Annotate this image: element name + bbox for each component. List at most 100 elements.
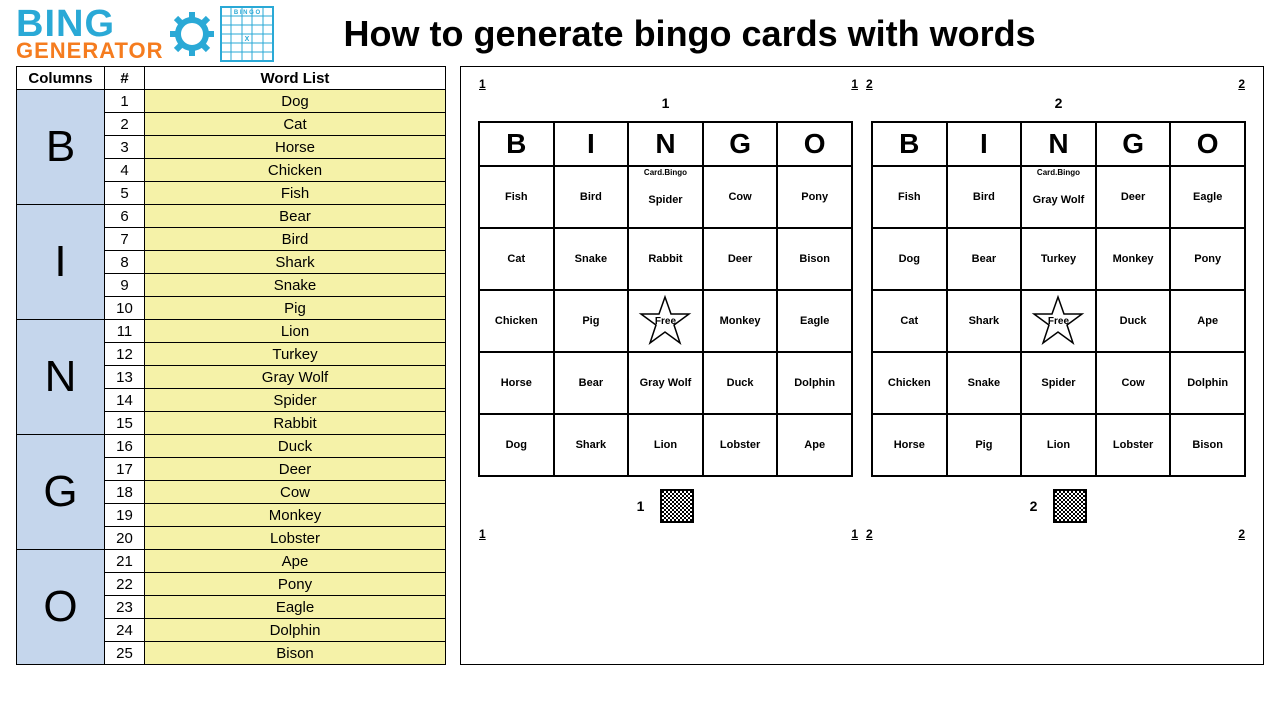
gear-icon (170, 12, 214, 56)
row-word: Lobster (145, 527, 446, 550)
row-word: Bear (145, 205, 446, 228)
row-number: 9 (105, 274, 145, 297)
card-cell: Horse (872, 414, 947, 476)
row-number: 7 (105, 228, 145, 251)
card-cell: Cat (872, 290, 947, 352)
row-number: 18 (105, 481, 145, 504)
card-cell: Dog (479, 414, 554, 476)
row-number: 12 (105, 343, 145, 366)
bingo-card: BINGOFishBirdCard.BingoGray WolfDeerEagl… (871, 121, 1246, 477)
free-label: Free (1048, 316, 1069, 327)
row-number: 24 (105, 619, 145, 642)
card-cell: Card.BingoGray Wolf (1021, 166, 1096, 228)
card-cell: Fish (479, 166, 554, 228)
card-cell: Bear (554, 352, 629, 414)
page-title: How to generate bingo cards with words (344, 13, 1036, 55)
bingo-card: BINGOFishBirdCard.BingoSpiderCowPonyCatS… (478, 121, 853, 477)
card-number-bottom: 2 (1030, 498, 1038, 514)
row-number: 20 (105, 527, 145, 550)
card-cell: Lobster (703, 414, 778, 476)
card-cell: Dog (872, 228, 947, 290)
group-letter: O (17, 550, 105, 665)
qr-icon (660, 489, 694, 523)
row-number: 4 (105, 159, 145, 182)
wordlist-table: Columns # Word List B1Dog2Cat3Horse4Chic… (16, 66, 446, 665)
row-word: Dog (145, 90, 446, 113)
card-header-letter: I (554, 122, 629, 166)
row-word: Eagle (145, 596, 446, 619)
corner-br: 2 (866, 527, 873, 541)
card-header-letter: O (1170, 122, 1245, 166)
free-label: Free (655, 316, 676, 327)
row-word: Bison (145, 642, 446, 665)
mini-card-icon: B I N G O X (220, 6, 274, 62)
group-letter: G (17, 435, 105, 550)
row-word: Snake (145, 274, 446, 297)
row-number: 22 (105, 573, 145, 596)
card-cell: Pony (1170, 228, 1245, 290)
row-word: Ape (145, 550, 446, 573)
row-word: Bird (145, 228, 446, 251)
corner-tr: 2 (866, 77, 873, 91)
row-number: 5 (105, 182, 145, 205)
card-cell: Rabbit (628, 228, 703, 290)
row-number: 1 (105, 90, 145, 113)
header: BING GENERATOR B I N G O X Ho (0, 0, 1280, 66)
card-cell: Duck (703, 352, 778, 414)
card-cell: Deer (703, 228, 778, 290)
logo: BING GENERATOR B I N G O X (16, 6, 274, 62)
card-cell: Dolphin (1170, 352, 1245, 414)
card-cell: Card.BingoSpider (628, 166, 703, 228)
row-number: 21 (105, 550, 145, 573)
card-footer: 2 (871, 477, 1246, 523)
card-header-letter: G (703, 122, 778, 166)
card-cell: Monkey (1096, 228, 1171, 290)
card-header-letter: I (947, 122, 1022, 166)
card-number-top: 2 (871, 91, 1246, 121)
row-number: 2 (105, 113, 145, 136)
card-cell: Cow (703, 166, 778, 228)
group-letter: B (17, 90, 105, 205)
header-columns: Columns (17, 67, 105, 90)
svg-text:B I N G O: B I N G O (233, 10, 260, 16)
card-cell: Spider (1021, 352, 1096, 414)
header-wordlist: Word List (145, 67, 446, 90)
card-header-letter: B (872, 122, 947, 166)
corner-tl2: 1 (851, 77, 858, 91)
group-letter: I (17, 205, 105, 320)
row-number: 13 (105, 366, 145, 389)
card-header-letter: O (777, 122, 852, 166)
row-number: 23 (105, 596, 145, 619)
row-number: 17 (105, 458, 145, 481)
card-cell: Bear (947, 228, 1022, 290)
card-cell: Dolphin (777, 352, 852, 414)
card-cell: Bison (777, 228, 852, 290)
row-word: Spider (145, 389, 446, 412)
row-word: Gray Wolf (145, 366, 446, 389)
card-cell: Free (628, 290, 703, 352)
row-number: 10 (105, 297, 145, 320)
card-cell: Fish (872, 166, 947, 228)
row-number: 19 (105, 504, 145, 527)
table-row: N11Lion (17, 320, 446, 343)
card-cell: Lobster (1096, 414, 1171, 476)
card-header-letter: N (628, 122, 703, 166)
row-number: 14 (105, 389, 145, 412)
row-word: Turkey (145, 343, 446, 366)
row-number: 25 (105, 642, 145, 665)
row-number: 16 (105, 435, 145, 458)
card-cell: Turkey (1021, 228, 1096, 290)
row-word: Rabbit (145, 412, 446, 435)
logo-line2: GENERATOR (16, 41, 164, 61)
row-word: Fish (145, 182, 446, 205)
row-word: Monkey (145, 504, 446, 527)
card-cell: Chicken (872, 352, 947, 414)
card-number-bottom: 1 (637, 498, 645, 514)
logo-line1: BING (16, 7, 164, 41)
row-number: 15 (105, 412, 145, 435)
table-row: B1Dog (17, 90, 446, 113)
row-word: Dolphin (145, 619, 446, 642)
corner-tr2: 2 (1238, 77, 1245, 91)
card-cell: Shark (554, 414, 629, 476)
card-cell: Horse (479, 352, 554, 414)
